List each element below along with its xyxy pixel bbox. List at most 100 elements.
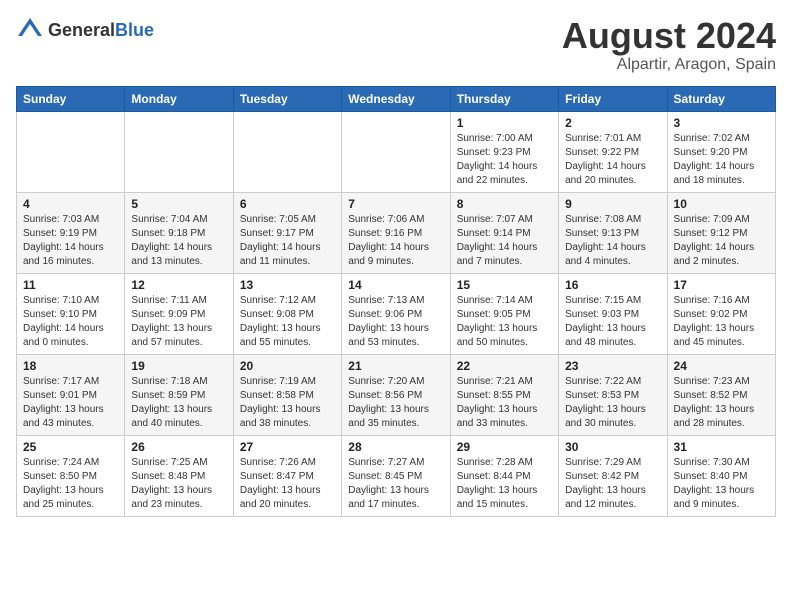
day-number: 27 [240,440,335,454]
day-info: Sunrise: 7:19 AM Sunset: 8:58 PM Dayligh… [240,375,335,431]
day-info: Sunrise: 7:28 AM Sunset: 8:44 PM Dayligh… [457,456,552,512]
day-info: Sunrise: 7:18 AM Sunset: 8:59 PM Dayligh… [131,375,226,431]
day-info: Sunrise: 7:04 AM Sunset: 9:18 PM Dayligh… [131,213,226,269]
calendar-cell: 3 Sunrise: 7:02 AM Sunset: 9:20 PM Daylig… [667,111,775,192]
day-number: 26 [131,440,226,454]
day-number: 13 [240,278,335,292]
page-header: GeneralBlue August 2024 Alpartir, Aragon… [16,16,776,74]
calendar-table: SundayMondayTuesdayWednesdayThursdayFrid… [16,86,776,517]
day-number: 21 [348,359,443,373]
calendar-cell: 29Sunrise: 7:28 AM Sunset: 8:44 PM Dayli… [450,435,558,516]
calendar-cell: 28 Sunrise: 7:27 AM Sunset: 8:45 PM Dayli… [342,435,450,516]
calendar-cell: 5 Sunrise: 7:04 AM Sunset: 9:18 PM Daylig… [125,192,233,273]
weekday-header-thursday: Thursday [450,86,558,111]
day-info: Sunrise: 7:22 AM Sunset: 8:53 PM Dayligh… [565,375,660,431]
day-number: 18 [23,359,118,373]
day-info: Sunrise: 7:05 AM Sunset: 9:17 PM Dayligh… [240,213,335,269]
day-number: 9 [565,197,660,211]
calendar-cell: 26 Sunrise: 7:25 AM Sunset: 8:48 PM Dayli… [125,435,233,516]
calendar-cell: 25Sunrise: 7:24 AM Sunset: 8:50 PM Dayli… [17,435,125,516]
day-info: Sunrise: 7:15 AM Sunset: 9:03 PM Dayligh… [565,294,660,350]
weekday-header-monday: Monday [125,86,233,111]
calendar-cell: 20 Sunrise: 7:19 AM Sunset: 8:58 PM Dayli… [233,354,341,435]
calendar-cell: 14Sunrise: 7:13 AM Sunset: 9:06 PM Dayli… [342,273,450,354]
day-info: Sunrise: 7:26 AM Sunset: 8:47 PM Dayligh… [240,456,335,512]
calendar-cell: 1 Sunrise: 7:00 AM Sunset: 9:23 PM Daylig… [450,111,558,192]
day-info: Sunrise: 7:06 AM Sunset: 9:16 PM Dayligh… [348,213,443,269]
calendar-cell: 16 Sunrise: 7:15 AM Sunset: 9:03 PM Dayli… [559,273,667,354]
calendar-cell: 2 Sunrise: 7:01 AM Sunset: 9:22 PM Daylig… [559,111,667,192]
calendar-cell: 6Sunrise: 7:05 AM Sunset: 9:17 PM Daylig… [233,192,341,273]
day-info: Sunrise: 7:25 AM Sunset: 8:48 PM Dayligh… [131,456,226,512]
calendar-cell: 31Sunrise: 7:30 AM Sunset: 8:40 PM Dayli… [667,435,775,516]
calendar-cell: 23 Sunrise: 7:22 AM Sunset: 8:53 PM Dayli… [559,354,667,435]
day-number: 3 [674,116,769,130]
day-info: Sunrise: 7:08 AM Sunset: 9:13 PM Dayligh… [565,213,660,269]
calendar-cell: 13 Sunrise: 7:12 AM Sunset: 9:08 PM Dayli… [233,273,341,354]
calendar-header: SundayMondayTuesdayWednesdayThursdayFrid… [17,86,776,111]
calendar-week-2: 4Sunrise: 7:03 AM Sunset: 9:19 PM Daylig… [17,192,776,273]
day-number: 28 [348,440,443,454]
day-info: Sunrise: 7:20 AM Sunset: 8:56 PM Dayligh… [348,375,443,431]
logo-blue-text: Blue [115,20,154,40]
day-number: 17 [674,278,769,292]
calendar-cell: 11Sunrise: 7:10 AM Sunset: 9:10 PM Dayli… [17,273,125,354]
day-info: Sunrise: 7:00 AM Sunset: 9:23 PM Dayligh… [457,132,552,188]
calendar-cell: 9 Sunrise: 7:08 AM Sunset: 9:13 PM Daylig… [559,192,667,273]
calendar-cell: 12 Sunrise: 7:11 AM Sunset: 9:09 PM Dayli… [125,273,233,354]
day-number: 1 [457,116,552,130]
day-info: Sunrise: 7:01 AM Sunset: 9:22 PM Dayligh… [565,132,660,188]
calendar-cell: 10 Sunrise: 7:09 AM Sunset: 9:12 PM Dayli… [667,192,775,273]
weekday-header-row: SundayMondayTuesdayWednesdayThursdayFrid… [17,86,776,111]
calendar-week-4: 18 Sunrise: 7:17 AM Sunset: 9:01 PM Dayli… [17,354,776,435]
day-info: Sunrise: 7:12 AM Sunset: 9:08 PM Dayligh… [240,294,335,350]
calendar-cell: 18 Sunrise: 7:17 AM Sunset: 9:01 PM Dayli… [17,354,125,435]
day-info: Sunrise: 7:14 AM Sunset: 9:05 PM Dayligh… [457,294,552,350]
day-number: 24 [674,359,769,373]
calendar-cell: 17 Sunrise: 7:16 AM Sunset: 9:02 PM Dayli… [667,273,775,354]
title-block: August 2024 Alpartir, Aragon, Spain [562,16,776,74]
weekday-header-friday: Friday [559,86,667,111]
logo: GeneralBlue [16,16,154,44]
weekday-header-wednesday: Wednesday [342,86,450,111]
logo-icon [16,16,44,44]
day-info: Sunrise: 7:27 AM Sunset: 8:45 PM Dayligh… [348,456,443,512]
day-number: 20 [240,359,335,373]
day-info: Sunrise: 7:07 AM Sunset: 9:14 PM Dayligh… [457,213,552,269]
day-info: Sunrise: 7:29 AM Sunset: 8:42 PM Dayligh… [565,456,660,512]
day-info: Sunrise: 7:10 AM Sunset: 9:10 PM Dayligh… [23,294,118,350]
day-info: Sunrise: 7:24 AM Sunset: 8:50 PM Dayligh… [23,456,118,512]
day-number: 12 [131,278,226,292]
day-number: 2 [565,116,660,130]
day-info: Sunrise: 7:17 AM Sunset: 9:01 PM Dayligh… [23,375,118,431]
calendar-cell: 24Sunrise: 7:23 AM Sunset: 8:52 PM Dayli… [667,354,775,435]
day-number: 5 [131,197,226,211]
calendar-cell: 8 Sunrise: 7:07 AM Sunset: 9:14 PM Daylig… [450,192,558,273]
calendar-cell [125,111,233,192]
day-number: 16 [565,278,660,292]
calendar-cell: 27 Sunrise: 7:26 AM Sunset: 8:47 PM Dayli… [233,435,341,516]
day-number: 8 [457,197,552,211]
calendar-cell [342,111,450,192]
calendar-cell [17,111,125,192]
calendar-cell: 7 Sunrise: 7:06 AM Sunset: 9:16 PM Daylig… [342,192,450,273]
day-number: 7 [348,197,443,211]
day-info: Sunrise: 7:02 AM Sunset: 9:20 PM Dayligh… [674,132,769,188]
day-number: 19 [131,359,226,373]
weekday-header-saturday: Saturday [667,86,775,111]
day-number: 22 [457,359,552,373]
calendar-cell: 21 Sunrise: 7:20 AM Sunset: 8:56 PM Dayli… [342,354,450,435]
weekday-header-tuesday: Tuesday [233,86,341,111]
calendar-cell: 15Sunrise: 7:14 AM Sunset: 9:05 PM Dayli… [450,273,558,354]
calendar-cell: 19 Sunrise: 7:18 AM Sunset: 8:59 PM Dayli… [125,354,233,435]
day-info: Sunrise: 7:13 AM Sunset: 9:06 PM Dayligh… [348,294,443,350]
day-number: 10 [674,197,769,211]
day-info: Sunrise: 7:16 AM Sunset: 9:02 PM Dayligh… [674,294,769,350]
day-number: 4 [23,197,118,211]
day-info: Sunrise: 7:21 AM Sunset: 8:55 PM Dayligh… [457,375,552,431]
calendar-cell: 22 Sunrise: 7:21 AM Sunset: 8:55 PM Dayli… [450,354,558,435]
location-subtitle: Alpartir, Aragon, Spain [562,56,776,74]
day-number: 23 [565,359,660,373]
day-info: Sunrise: 7:09 AM Sunset: 9:12 PM Dayligh… [674,213,769,269]
day-info: Sunrise: 7:11 AM Sunset: 9:09 PM Dayligh… [131,294,226,350]
